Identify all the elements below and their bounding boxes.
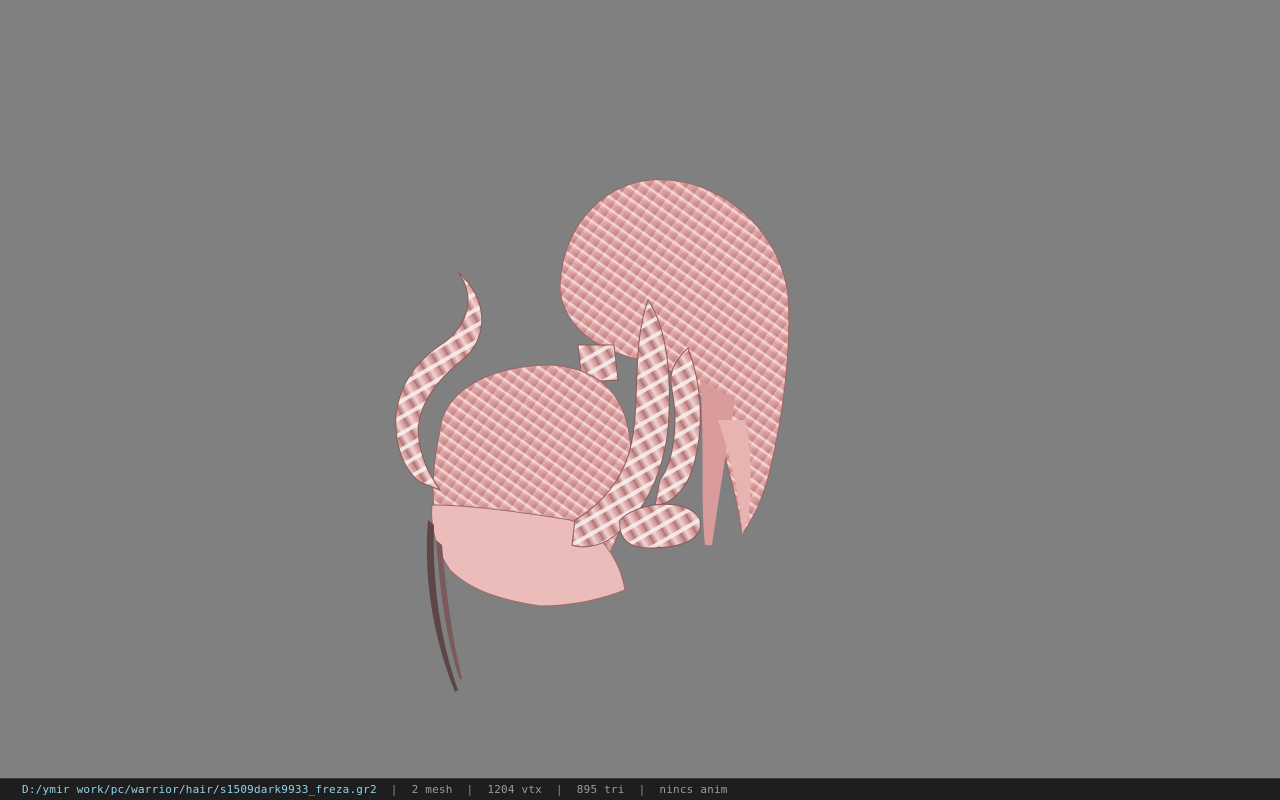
mesh-count: 2 mesh xyxy=(411,783,453,796)
file-path: D:/ymir work/pc/warrior/hair/s1509dark99… xyxy=(22,783,377,796)
status-bar: D:/ymir work/pc/warrior/hair/s1509dark99… xyxy=(0,778,1280,800)
separator: | xyxy=(555,783,563,796)
model-viewport[interactable] xyxy=(0,0,1280,778)
hair-mesh-model[interactable] xyxy=(0,0,1280,778)
vertex-count: 1204 vtx xyxy=(487,783,542,796)
separator: | xyxy=(390,783,398,796)
separator: | xyxy=(466,783,474,796)
triangle-count: 895 tri xyxy=(576,783,625,796)
separator: | xyxy=(638,783,646,796)
anim-status: nincs anim xyxy=(659,783,728,796)
